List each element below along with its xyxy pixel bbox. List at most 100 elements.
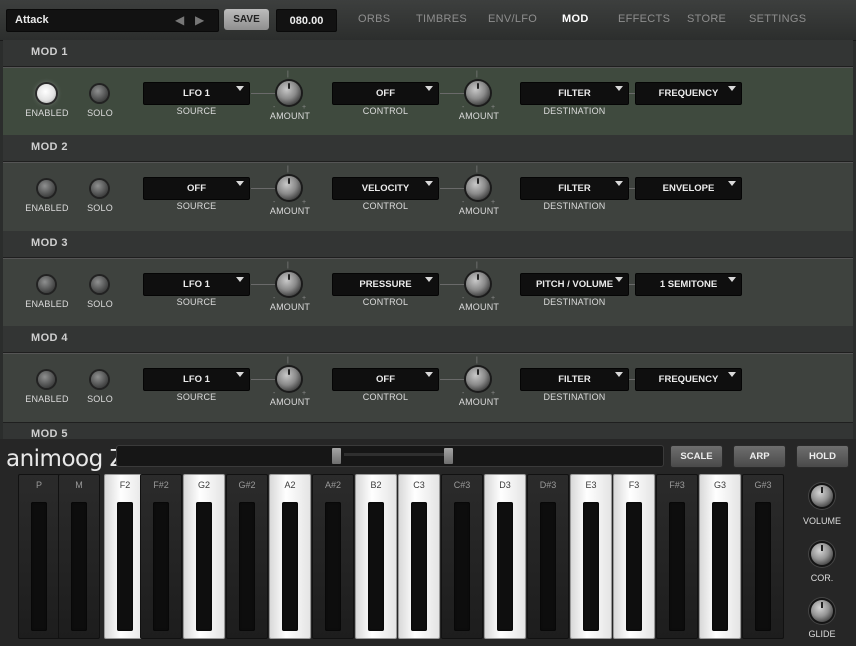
piano-key[interactable]: D3 bbox=[484, 474, 526, 639]
destination-dropdown[interactable]: FILTER bbox=[520, 82, 629, 105]
key-slot bbox=[583, 502, 599, 631]
chevron-down-icon bbox=[236, 181, 244, 186]
destination-value: FILTER bbox=[558, 183, 591, 194]
connector-line bbox=[440, 188, 468, 189]
key-slot bbox=[368, 502, 384, 631]
next-preset-icon[interactable]: ▶ bbox=[195, 13, 204, 27]
source-value: LFO 1 bbox=[183, 279, 210, 290]
knob-min-mark: - bbox=[273, 390, 276, 397]
key-slot bbox=[712, 502, 728, 631]
connector-line bbox=[440, 379, 468, 380]
key-label: G#3 bbox=[754, 480, 772, 490]
control-amount-knob[interactable] bbox=[466, 176, 490, 200]
source-dropdown[interactable]: LFO 1 bbox=[143, 82, 250, 105]
tempo-field[interactable]: 080.00 bbox=[276, 9, 337, 32]
destination-dropdown[interactable]: FILTER bbox=[520, 368, 629, 391]
preset-selector[interactable]: Attack ◀ ▶ bbox=[6, 9, 219, 32]
piano-key[interactable]: F3 bbox=[613, 474, 655, 639]
piano-key[interactable]: C#3 bbox=[441, 474, 483, 639]
target-dropdown[interactable]: 1 SEMITONE bbox=[635, 273, 742, 296]
target-dropdown[interactable]: FREQUENCY bbox=[635, 82, 742, 105]
piano-key[interactable]: F#3 bbox=[656, 474, 698, 639]
corrector-knob[interactable] bbox=[811, 543, 833, 565]
control-dropdown[interactable]: VELOCITY bbox=[332, 177, 439, 200]
volume-knob[interactable] bbox=[811, 485, 833, 507]
keyboard-range-slider[interactable] bbox=[116, 445, 664, 467]
amount-knob[interactable] bbox=[277, 176, 301, 200]
piano-key[interactable]: B2 bbox=[355, 474, 397, 639]
amount-knob[interactable] bbox=[277, 367, 301, 391]
control-amount-knob[interactable] bbox=[466, 272, 490, 296]
source-dropdown[interactable]: LFO 1 bbox=[143, 368, 250, 391]
tab-timbres[interactable]: TIMBRES bbox=[416, 13, 467, 25]
piano-key[interactable]: G3 bbox=[699, 474, 741, 639]
control-dropdown[interactable]: OFF bbox=[332, 368, 439, 391]
control-value: OFF bbox=[376, 88, 395, 99]
piano-key[interactable]: P bbox=[18, 474, 60, 639]
destination-dropdown[interactable]: FILTER bbox=[520, 177, 629, 200]
target-dropdown[interactable]: FREQUENCY bbox=[635, 368, 742, 391]
knob-center-mark: | bbox=[476, 262, 478, 269]
tab-env-lfo[interactable]: ENV/LFO bbox=[488, 13, 537, 25]
key-slot bbox=[626, 502, 642, 631]
knob-center-mark: | bbox=[287, 166, 289, 173]
enabled-label: ENABLED bbox=[25, 203, 69, 213]
slider-range bbox=[344, 453, 452, 456]
destination-dropdown[interactable]: PITCH / VOLUME bbox=[520, 273, 629, 296]
control-dropdown[interactable]: OFF bbox=[332, 82, 439, 105]
piano-key[interactable]: A2 bbox=[269, 474, 311, 639]
enabled-toggle[interactable] bbox=[38, 276, 55, 293]
piano-key[interactable]: C3 bbox=[398, 474, 440, 639]
enabled-toggle[interactable] bbox=[37, 84, 56, 103]
piano-key[interactable]: A#2 bbox=[312, 474, 354, 639]
arp-button[interactable]: ARP bbox=[733, 445, 786, 468]
tab-effects[interactable]: EFFECTS bbox=[618, 13, 670, 25]
solo-toggle[interactable] bbox=[91, 371, 108, 388]
solo-toggle[interactable] bbox=[91, 85, 108, 102]
amount-knob[interactable] bbox=[277, 272, 301, 296]
target-dropdown[interactable]: ENVELOPE bbox=[635, 177, 742, 200]
connector-line bbox=[251, 188, 279, 189]
save-button[interactable]: SAVE bbox=[224, 9, 269, 30]
tab-store[interactable]: STORE bbox=[687, 13, 726, 25]
chevron-down-icon bbox=[615, 372, 623, 377]
piano-key[interactable]: G2 bbox=[183, 474, 225, 639]
scale-button[interactable]: SCALE bbox=[670, 445, 723, 468]
prev-preset-icon[interactable]: ◀ bbox=[175, 13, 184, 27]
enabled-label: ENABLED bbox=[25, 394, 69, 404]
piano-key[interactable]: G#2 bbox=[226, 474, 268, 639]
piano-key[interactable]: D#3 bbox=[527, 474, 569, 639]
source-dropdown[interactable]: LFO 1 bbox=[143, 273, 250, 296]
enabled-toggle[interactable] bbox=[38, 371, 55, 388]
piano-key[interactable]: F#2 bbox=[140, 474, 182, 639]
knob-center-mark: | bbox=[476, 166, 478, 173]
tab-mod[interactable]: MOD bbox=[562, 13, 589, 25]
knob-max-mark: + bbox=[302, 295, 307, 302]
range-end-handle[interactable] bbox=[444, 448, 453, 464]
piano-key[interactable]: M bbox=[58, 474, 100, 639]
hold-button[interactable]: HOLD bbox=[796, 445, 849, 468]
mod-panel: ENABLED SOLO LFO 1 SOURCE | - + AMOUNT O… bbox=[3, 67, 853, 137]
control-amount-knob[interactable] bbox=[466, 81, 490, 105]
knob-min-mark: - bbox=[462, 104, 465, 111]
mod-title: MOD 4 bbox=[31, 332, 68, 344]
range-start-handle[interactable] bbox=[332, 448, 341, 464]
key-label: E3 bbox=[585, 480, 597, 490]
solo-toggle[interactable] bbox=[91, 180, 108, 197]
chevron-down-icon bbox=[425, 181, 433, 186]
key-label: F#3 bbox=[669, 480, 685, 490]
key-slot bbox=[454, 502, 470, 631]
piano-key[interactable]: E3 bbox=[570, 474, 612, 639]
source-dropdown[interactable]: OFF bbox=[143, 177, 250, 200]
piano-key[interactable]: G#3 bbox=[742, 474, 784, 639]
glide-knob[interactable] bbox=[811, 600, 833, 622]
amount-knob[interactable] bbox=[277, 81, 301, 105]
control-dropdown[interactable]: PRESSURE bbox=[332, 273, 439, 296]
tab-orbs[interactable]: ORBS bbox=[358, 13, 390, 25]
control-amount-knob[interactable] bbox=[466, 367, 490, 391]
tab-settings[interactable]: SETTINGS bbox=[749, 13, 806, 25]
enabled-toggle[interactable] bbox=[38, 180, 55, 197]
key-slot bbox=[196, 502, 212, 631]
amount-label: AMOUNT bbox=[269, 206, 311, 216]
solo-toggle[interactable] bbox=[91, 276, 108, 293]
